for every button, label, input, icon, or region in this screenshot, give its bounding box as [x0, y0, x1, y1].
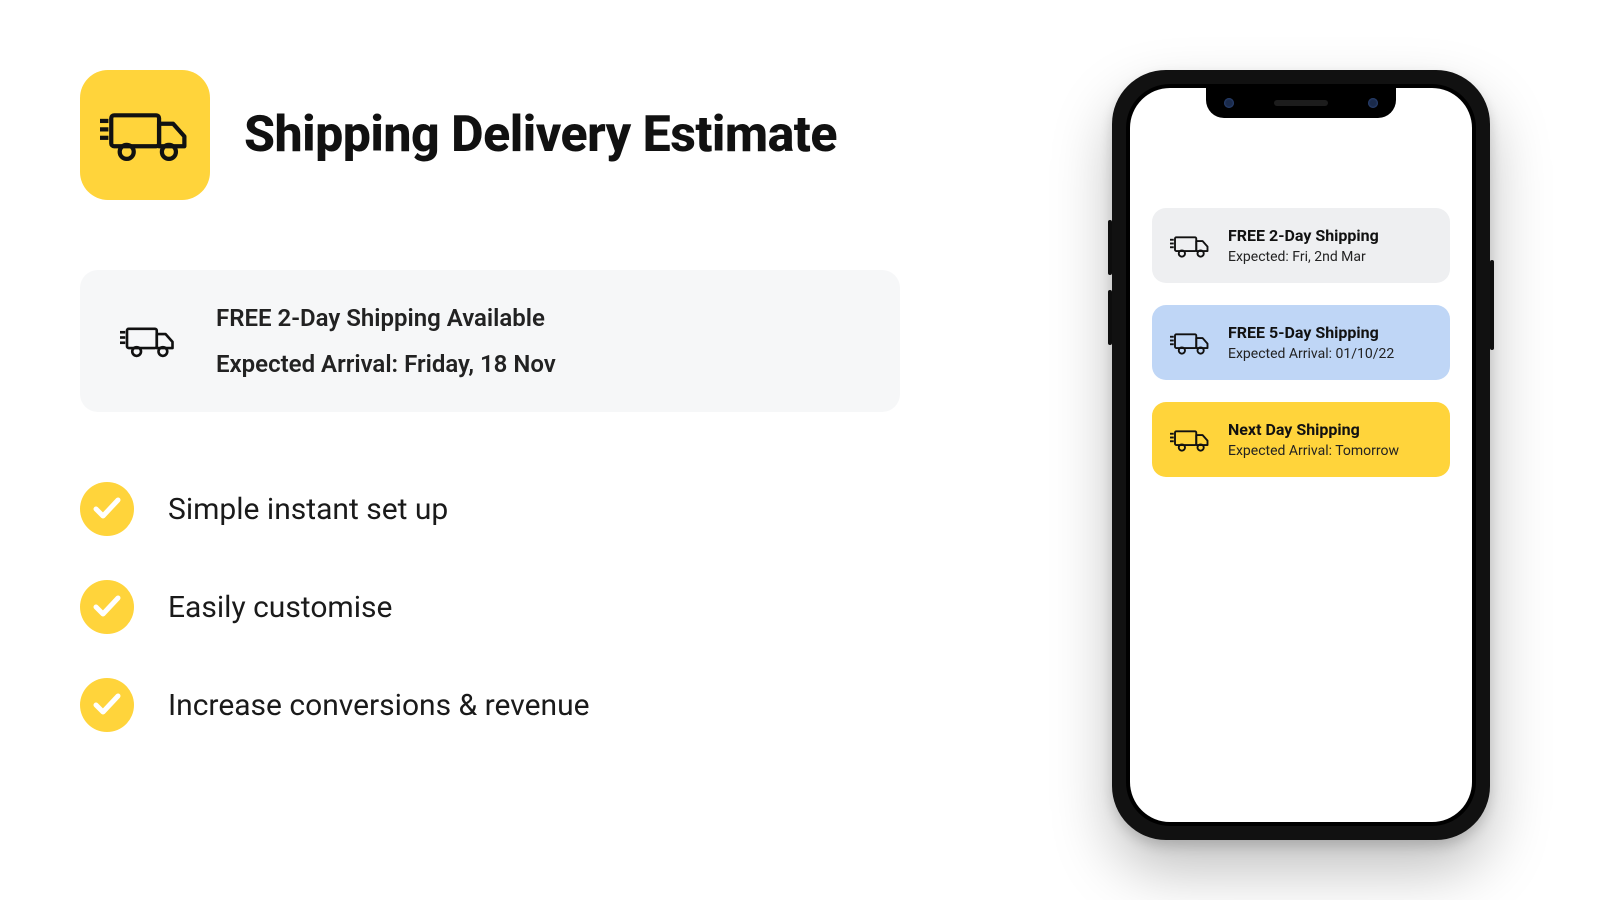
phone-notch [1206, 88, 1396, 118]
truck-icon [1170, 329, 1210, 357]
phone-mockup: FREE 2-Day Shipping Expected: Fri, 2nd M… [1112, 70, 1490, 840]
shipping-option-text: FREE 5-Day Shipping Expected Arrival: 01… [1228, 323, 1394, 362]
hero-row: Shipping Delivery Estimate [80, 70, 900, 200]
shipping-option-2day[interactable]: FREE 2-Day Shipping Expected: Fri, 2nd M… [1152, 208, 1450, 283]
shipping-option-subtitle: Expected: Fri, 2nd Mar [1228, 249, 1379, 265]
marketing-hero: Shipping Delivery Estimate FREE 2-Day Sh… [0, 0, 1600, 900]
phone-screen: FREE 2-Day Shipping Expected: Fri, 2nd M… [1130, 88, 1472, 822]
front-camera-icon [1224, 98, 1234, 108]
feature-item: Simple instant set up [80, 482, 900, 536]
truck-icon [120, 321, 176, 361]
check-icon [80, 678, 134, 732]
feature-label: Easily customise [168, 590, 392, 625]
speaker-icon [1274, 100, 1328, 106]
estimate-line-1: FREE 2-Day Shipping Available [216, 304, 556, 332]
estimate-line-2: Expected Arrival: Friday, 18 Nov [216, 350, 556, 378]
shipping-option-text: FREE 2-Day Shipping Expected: Fri, 2nd M… [1228, 226, 1379, 265]
app-icon [80, 70, 210, 200]
shipping-option-subtitle: Expected Arrival: 01/10/22 [1228, 346, 1394, 362]
estimate-text: FREE 2-Day Shipping Available Expected A… [216, 304, 556, 378]
feature-item: Easily customise [80, 580, 900, 634]
page-title: Shipping Delivery Estimate [244, 106, 837, 164]
feature-item: Increase conversions & revenue [80, 678, 900, 732]
feature-label: Increase conversions & revenue [168, 688, 590, 723]
shipping-option-5day[interactable]: FREE 5-Day Shipping Expected Arrival: 01… [1152, 305, 1450, 380]
shipping-option-subtitle: Expected Arrival: Tomorrow [1228, 443, 1399, 459]
sensor-icon [1368, 98, 1378, 108]
estimate-card: FREE 2-Day Shipping Available Expected A… [80, 270, 900, 412]
shipping-option-title: Next Day Shipping [1228, 420, 1399, 439]
shipping-option-title: FREE 5-Day Shipping [1228, 323, 1394, 342]
shipping-option-nextday[interactable]: Next Day Shipping Expected Arrival: Tomo… [1152, 402, 1450, 477]
check-icon [80, 580, 134, 634]
shipping-option-title: FREE 2-Day Shipping [1228, 226, 1379, 245]
truck-icon [100, 100, 190, 170]
truck-icon [1170, 232, 1210, 260]
left-column: Shipping Delivery Estimate FREE 2-Day Sh… [80, 70, 900, 732]
truck-icon [1170, 426, 1210, 454]
feature-list: Simple instant set up Easily customise I… [80, 482, 900, 732]
phone-bezel: FREE 2-Day Shipping Expected: Fri, 2nd M… [1126, 84, 1476, 826]
shipping-option-text: Next Day Shipping Expected Arrival: Tomo… [1228, 420, 1399, 459]
feature-label: Simple instant set up [168, 492, 448, 527]
check-icon [80, 482, 134, 536]
phone-content: FREE 2-Day Shipping Expected: Fri, 2nd M… [1130, 88, 1472, 477]
